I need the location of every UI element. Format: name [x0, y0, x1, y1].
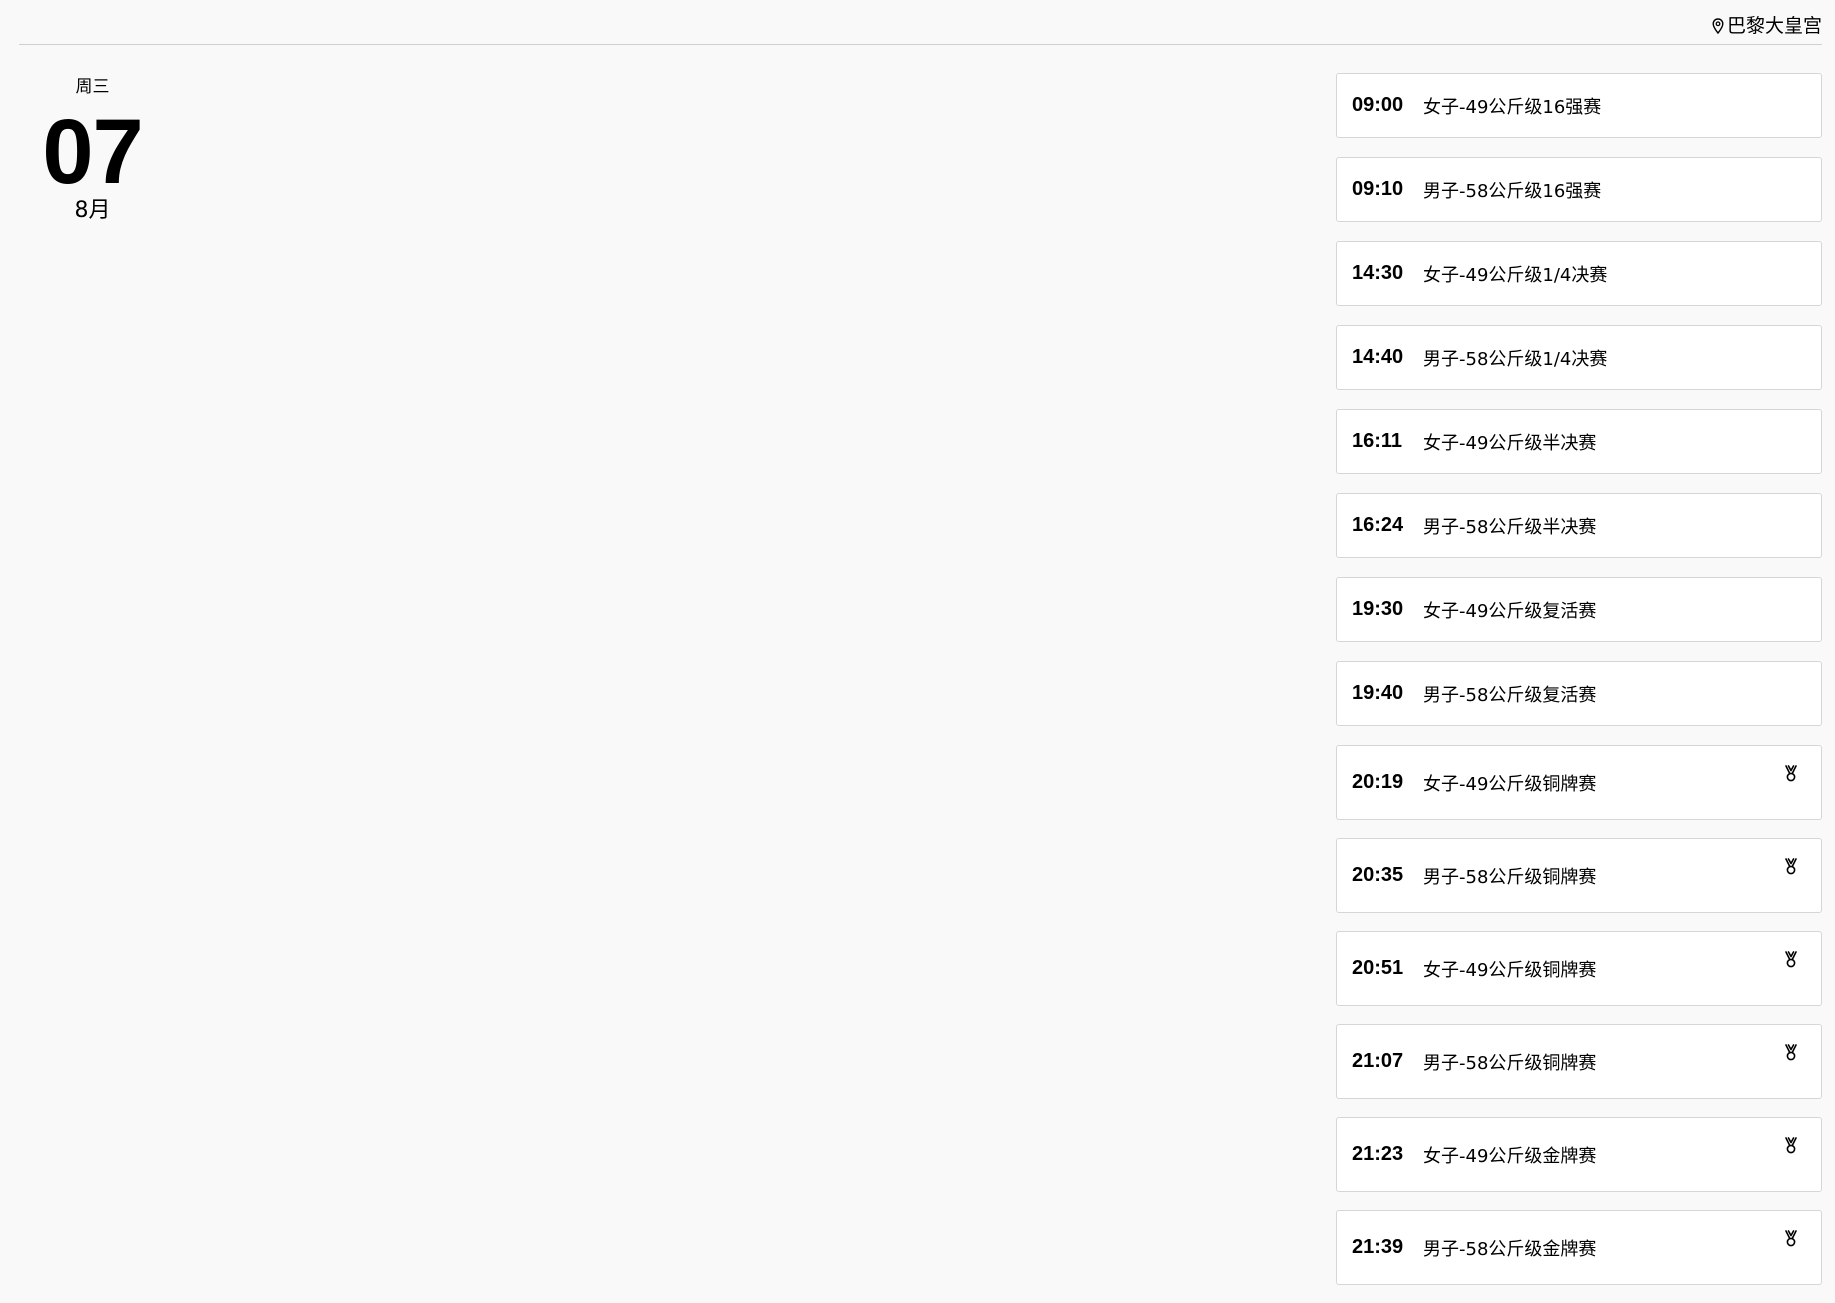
- event-name: 男子-58公斤级16强赛: [1423, 180, 1602, 202]
- medal-icon: [1783, 765, 1799, 783]
- event-row[interactable]: 20:35 男子-58公斤级铜牌赛: [1336, 838, 1822, 913]
- medal-icon: [1783, 1230, 1799, 1248]
- event-row[interactable]: 14:30 女子-49公斤级1/4决赛: [1336, 241, 1822, 306]
- schedule-page: 巴黎大皇宫 周三 07 8月 09:00 女子-49公斤级16强赛 09:10 男子-…: [0, 0, 1835, 1303]
- medal-icon: [1783, 858, 1799, 876]
- event-time: 20:51: [1352, 957, 1404, 979]
- event-time: 21:07: [1352, 1050, 1404, 1072]
- event-row[interactable]: 19:40 男子-58公斤级复活赛: [1336, 661, 1822, 726]
- event-row[interactable]: 09:00 女子-49公斤级16强赛: [1336, 73, 1822, 138]
- header-bar: 巴黎大皇宫: [19, 0, 1822, 45]
- event-time: 19:40: [1352, 682, 1404, 704]
- event-time: 19:30: [1352, 598, 1404, 620]
- event-row[interactable]: 20:51 女子-49公斤级铜牌赛: [1336, 931, 1822, 1006]
- event-name: 男子-58公斤级复活赛: [1423, 684, 1597, 706]
- event-time: 09:00: [1352, 94, 1404, 116]
- event-name: 女子-49公斤级金牌赛: [1423, 1145, 1597, 1167]
- event-name: 男子-58公斤级金牌赛: [1423, 1238, 1597, 1260]
- event-name: 女子-49公斤级半决赛: [1423, 432, 1597, 454]
- event-time: 14:40: [1352, 346, 1404, 368]
- event-name: 男子-58公斤级1/4决赛: [1423, 348, 1608, 370]
- event-name: 女子-49公斤级铜牌赛: [1423, 959, 1597, 981]
- event-row[interactable]: 21:39 男子-58公斤级金牌赛: [1336, 1210, 1822, 1285]
- event-name: 女子-49公斤级1/4决赛: [1423, 264, 1608, 286]
- event-name: 女子-49公斤级16强赛: [1423, 96, 1602, 118]
- event-name: 女子-49公斤级复活赛: [1423, 600, 1597, 622]
- event-row[interactable]: 20:19 女子-49公斤级铜牌赛: [1336, 745, 1822, 820]
- event-row[interactable]: 09:10 男子-58公斤级16强赛: [1336, 157, 1822, 222]
- event-time: 21:39: [1352, 1236, 1404, 1258]
- event-list: 09:00 女子-49公斤级16强赛 09:10 男子-58公斤级16强赛 14:30 女…: [1336, 73, 1822, 1303]
- day-number: 07: [42, 101, 143, 203]
- event-name: 男子-58公斤级铜牌赛: [1423, 866, 1597, 888]
- medal-icon: [1783, 951, 1799, 969]
- event-name: 男子-58公斤级半决赛: [1423, 516, 1597, 538]
- date-block: 周三 07 8月: [30, 74, 155, 225]
- venue-label: 巴黎大皇宫: [1726, 15, 1822, 37]
- weekday-label: 周三: [75, 77, 110, 97]
- event-row[interactable]: 16:24 男子-58公斤级半决赛: [1336, 493, 1822, 558]
- event-time: 14:30: [1352, 262, 1404, 284]
- event-row[interactable]: 21:07 男子-58公斤级铜牌赛: [1336, 1024, 1822, 1099]
- event-time: 20:19: [1352, 771, 1404, 793]
- event-time: 16:11: [1352, 430, 1403, 452]
- event-row[interactable]: 16:11 女子-49公斤级半决赛: [1336, 409, 1822, 474]
- event-row[interactable]: 19:30 女子-49公斤级复活赛: [1336, 577, 1822, 642]
- medal-icon: [1783, 1044, 1799, 1062]
- event-row[interactable]: 21:23 女子-49公斤级金牌赛: [1336, 1117, 1822, 1192]
- venue-link[interactable]: 巴黎大皇宫: [1712, 13, 1822, 39]
- event-time: 09:10: [1352, 178, 1404, 200]
- event-row[interactable]: 14:40 男子-58公斤级1/4决赛: [1336, 325, 1822, 390]
- location-pin-icon: [1712, 18, 1727, 34]
- event-name: 女子-49公斤级铜牌赛: [1423, 773, 1597, 795]
- medal-icon: [1783, 1137, 1799, 1155]
- event-time: 16:24: [1352, 514, 1404, 536]
- event-time: 20:35: [1352, 864, 1404, 886]
- event-name: 男子-58公斤级铜牌赛: [1423, 1052, 1597, 1074]
- event-time: 21:23: [1352, 1143, 1404, 1165]
